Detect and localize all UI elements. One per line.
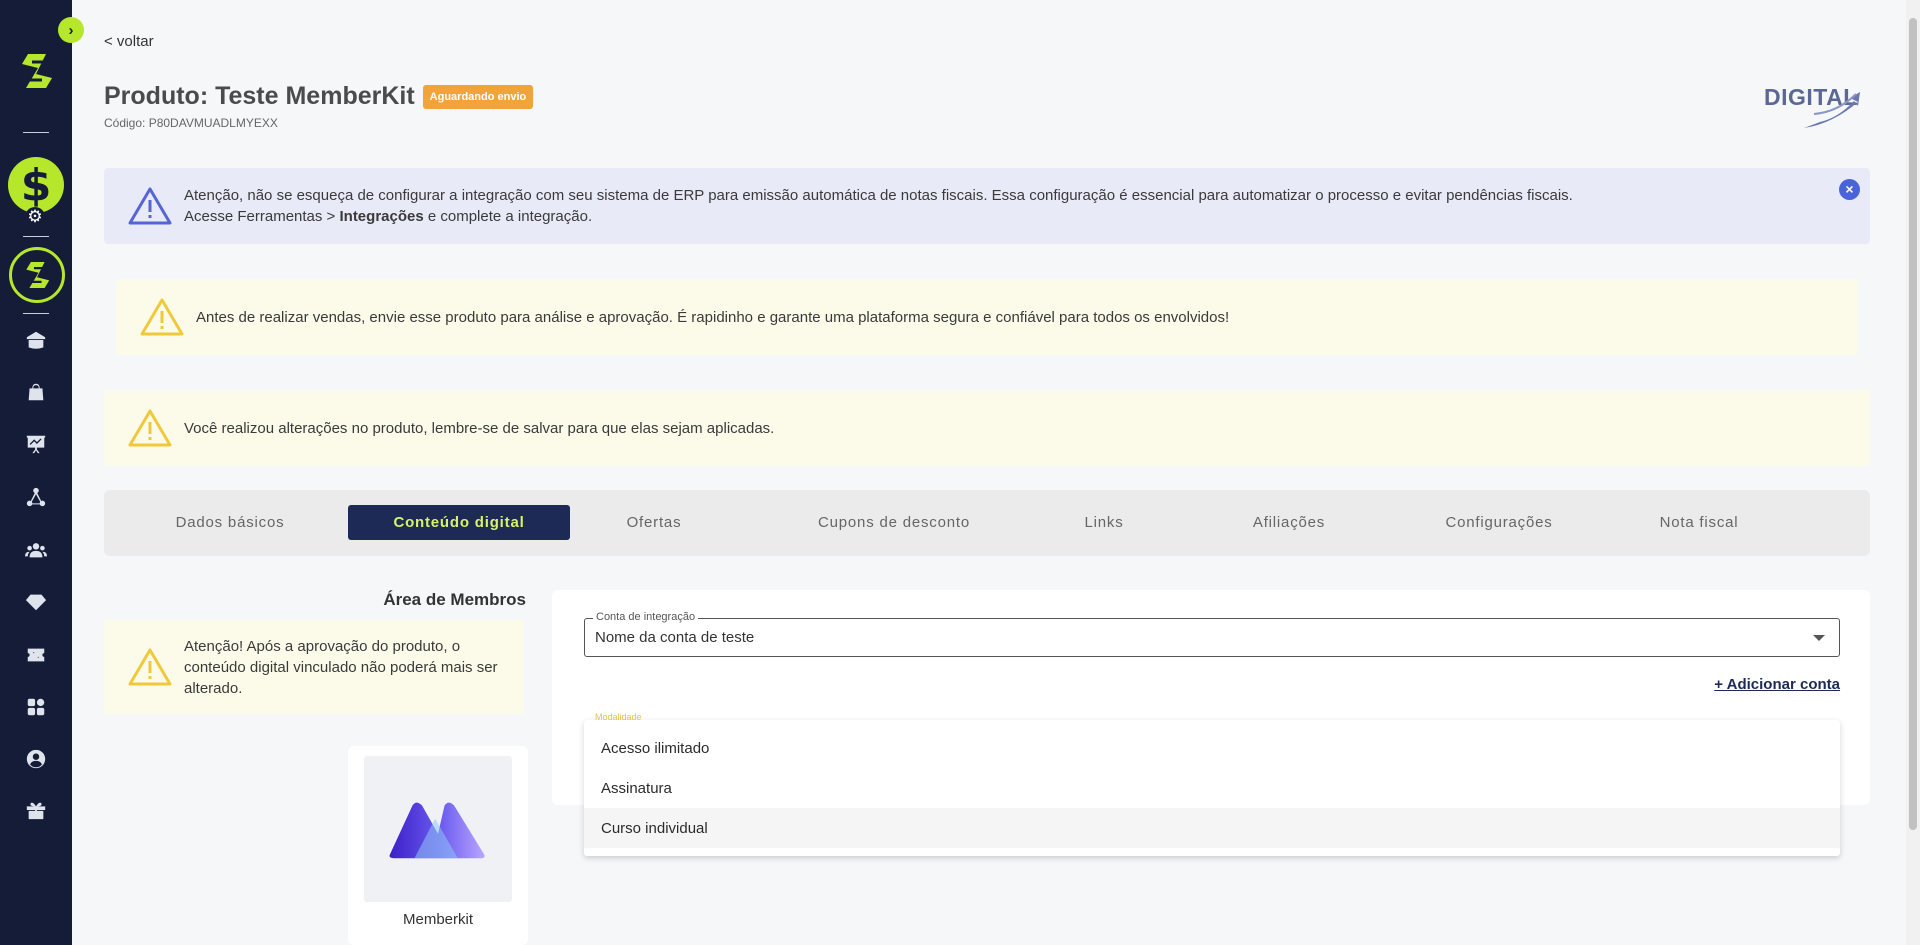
dropdown-option[interactable]: Acesso ilimitado xyxy=(584,728,1840,768)
network-icon[interactable] xyxy=(23,484,49,510)
members-area-warning: Atenção! Após a aprovação do produto, o … xyxy=(104,620,524,714)
tab-conteudo-digital[interactable]: Conteúdo digital xyxy=(348,505,570,540)
integrations-link[interactable]: Integrações xyxy=(339,208,423,225)
gear-icon[interactable]: ⚙ xyxy=(25,207,45,227)
unsaved-alert-text: Você realizou alterações no produto, lem… xyxy=(184,419,775,437)
apps-grid-icon[interactable] xyxy=(23,694,49,720)
sidebar: $ ⚙ xyxy=(0,0,72,945)
erp-alert-line1: Atenção, não se esqueça de configurar a … xyxy=(184,187,1573,204)
product-code: Código: P80DAVMUADLMYEXX xyxy=(104,116,278,130)
brand-ring-icon[interactable] xyxy=(9,247,65,303)
dashboard-icon[interactable] xyxy=(23,327,49,353)
caret-down-icon xyxy=(1813,635,1825,641)
erp-alert-text: Atenção, não se esqueça de configurar a … xyxy=(184,185,1573,227)
account-circle-icon[interactable] xyxy=(23,746,49,772)
integration-account-label: Conta de integração xyxy=(593,611,699,623)
warning-icon xyxy=(140,298,184,336)
integration-account-value: Nome da conta de teste xyxy=(595,629,755,646)
warning-icon xyxy=(128,648,172,686)
dollar-icon[interactable]: $ xyxy=(8,157,64,213)
approval-alert: Antes de realizar vendas, envie esse pro… xyxy=(116,279,1858,355)
warning-icon xyxy=(128,409,172,447)
memberkit-logo-icon xyxy=(389,802,485,859)
tab-configuracoes[interactable]: Configurações xyxy=(1414,505,1584,540)
members-area-warning-text: Atenção! Após a aprovação do produto, o … xyxy=(184,637,498,697)
sidebar-divider xyxy=(23,236,49,237)
shopping-bag-icon[interactable] xyxy=(23,379,49,405)
memberkit-label: Memberkit xyxy=(402,911,473,928)
erp-integration-alert: Atenção, não se esqueça de configurar a … xyxy=(104,168,1870,244)
integration-account-select[interactable]: Conta de integração Nome da conta de tes… xyxy=(584,611,1840,657)
dropdown-option[interactable]: Assinatura xyxy=(584,768,1840,808)
sidebar-divider xyxy=(23,132,49,133)
erp-alert-line2-post: e complete a integração. xyxy=(423,208,593,225)
members-area-title: Área de Membros xyxy=(383,590,526,609)
warning-icon xyxy=(128,187,172,225)
page-scrollbar[interactable] xyxy=(1906,0,1920,945)
diamond-icon[interactable] xyxy=(23,589,49,615)
title-row: Produto: Teste MemberKit Aguardando envi… xyxy=(104,82,534,111)
product-tabs: Dados básicos Conteúdo digital Ofertas C… xyxy=(104,490,1870,556)
gift-icon[interactable] xyxy=(23,797,49,823)
digital-swoosh-icon xyxy=(1804,92,1860,128)
back-link[interactable]: < voltar xyxy=(104,33,154,50)
coupon-icon[interactable] xyxy=(23,642,49,668)
sidebar-toggle-button[interactable]: › xyxy=(58,17,84,43)
dropdown-option[interactable]: Curso individual xyxy=(584,808,1840,848)
status-badge: Aguardando envio xyxy=(422,84,534,109)
presentation-chart-icon[interactable] xyxy=(23,431,49,457)
add-account-link[interactable]: + Adicionar conta xyxy=(1714,676,1840,693)
users-icon[interactable] xyxy=(23,537,49,563)
modality-dropdown-menu: Acesso ilimitado Assinatura Curso indivi… xyxy=(584,720,1840,856)
unsaved-changes-alert: Você realizou alterações no produto, lem… xyxy=(104,390,1870,466)
page-title: Produto: Teste MemberKit xyxy=(104,82,415,110)
tab-afiliacoes[interactable]: Afiliações xyxy=(1214,505,1364,540)
scrollbar-thumb[interactable] xyxy=(1909,18,1917,830)
tab-dados-basicos[interactable]: Dados básicos xyxy=(150,505,310,540)
tab-links[interactable]: Links xyxy=(1049,505,1159,540)
tab-cupons-de-desconto[interactable]: Cupons de desconto xyxy=(794,505,994,540)
approval-alert-text: Antes de realizar vendas, envie esse pro… xyxy=(196,308,1230,326)
memberkit-card[interactable]: Memberkit xyxy=(348,746,528,945)
erp-alert-line2: Acesse Ferramentas > Integrações e compl… xyxy=(184,206,1573,227)
tab-nota-fiscal[interactable]: Nota fiscal xyxy=(1629,505,1769,540)
close-icon[interactable]: × xyxy=(1839,179,1860,200)
brand-logo[interactable] xyxy=(18,50,54,92)
tab-ofertas[interactable]: Ofertas xyxy=(594,505,714,540)
erp-alert-line2-pre: Acesse Ferramentas > xyxy=(184,208,340,225)
sidebar-divider xyxy=(23,313,49,314)
memberkit-logo-tile xyxy=(364,756,512,902)
